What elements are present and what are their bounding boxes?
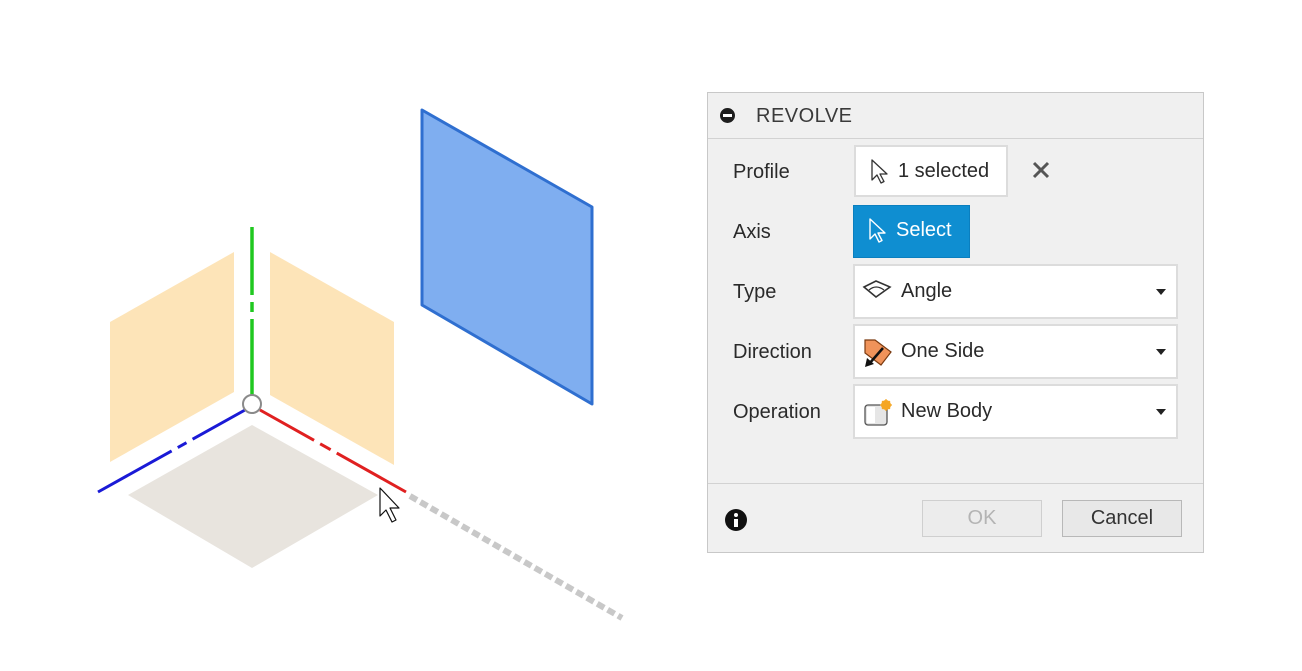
direction-dropdown[interactable]: One Side — [853, 324, 1178, 379]
ground-plane[interactable] — [128, 425, 378, 568]
cancel-button[interactable]: Cancel — [1062, 500, 1182, 537]
axis-label: Axis — [733, 221, 771, 243]
operation-value: New Body — [901, 400, 993, 422]
one-side-direction-icon — [864, 339, 892, 367]
origin-plane-left[interactable] — [110, 252, 234, 462]
origin-point[interactable] — [242, 394, 262, 414]
operation-dropdown[interactable]: New Body — [853, 384, 1178, 439]
chevron-down-icon — [1156, 409, 1166, 415]
axis-select-button[interactable]: Select — [853, 205, 970, 258]
axis-select-label: Select — [896, 219, 952, 241]
selected-profile[interactable] — [420, 108, 594, 406]
ok-button[interactable]: OK — [922, 500, 1042, 537]
revolve-dialog: REVOLVE Profile 1 selected Axis Select T… — [707, 92, 1204, 553]
profile-label: Profile — [733, 161, 790, 183]
new-body-icon — [864, 399, 892, 426]
type-dropdown[interactable]: Angle — [853, 264, 1178, 319]
chevron-down-icon — [1156, 349, 1166, 355]
cursor-icon — [871, 159, 888, 184]
profile-value: 1 selected — [898, 160, 990, 182]
origin-plane-right[interactable] — [270, 252, 394, 465]
direction-label: Direction — [733, 341, 812, 363]
axis-preview-line — [408, 493, 624, 621]
dialog-title: REVOLVE — [756, 105, 853, 127]
viewport-canvas[interactable] — [0, 0, 700, 671]
3d-viewport[interactable] — [0, 0, 700, 671]
mouse-cursor — [379, 487, 400, 523]
footer-divider — [708, 483, 1203, 484]
clear-selection-close-icon[interactable] — [1030, 159, 1052, 181]
type-label: Type — [733, 281, 777, 303]
direction-value: One Side — [901, 340, 985, 362]
operation-label: Operation — [733, 401, 821, 423]
profile-selection[interactable]: 1 selected — [854, 145, 1008, 197]
collapse-icon[interactable] — [720, 108, 735, 123]
angle-icon — [862, 280, 892, 299]
cursor-icon — [869, 218, 886, 243]
type-value: Angle — [901, 280, 953, 302]
chevron-down-icon — [1156, 289, 1166, 295]
info-icon[interactable] — [725, 509, 747, 531]
dialog-header: REVOLVE — [708, 93, 1203, 139]
